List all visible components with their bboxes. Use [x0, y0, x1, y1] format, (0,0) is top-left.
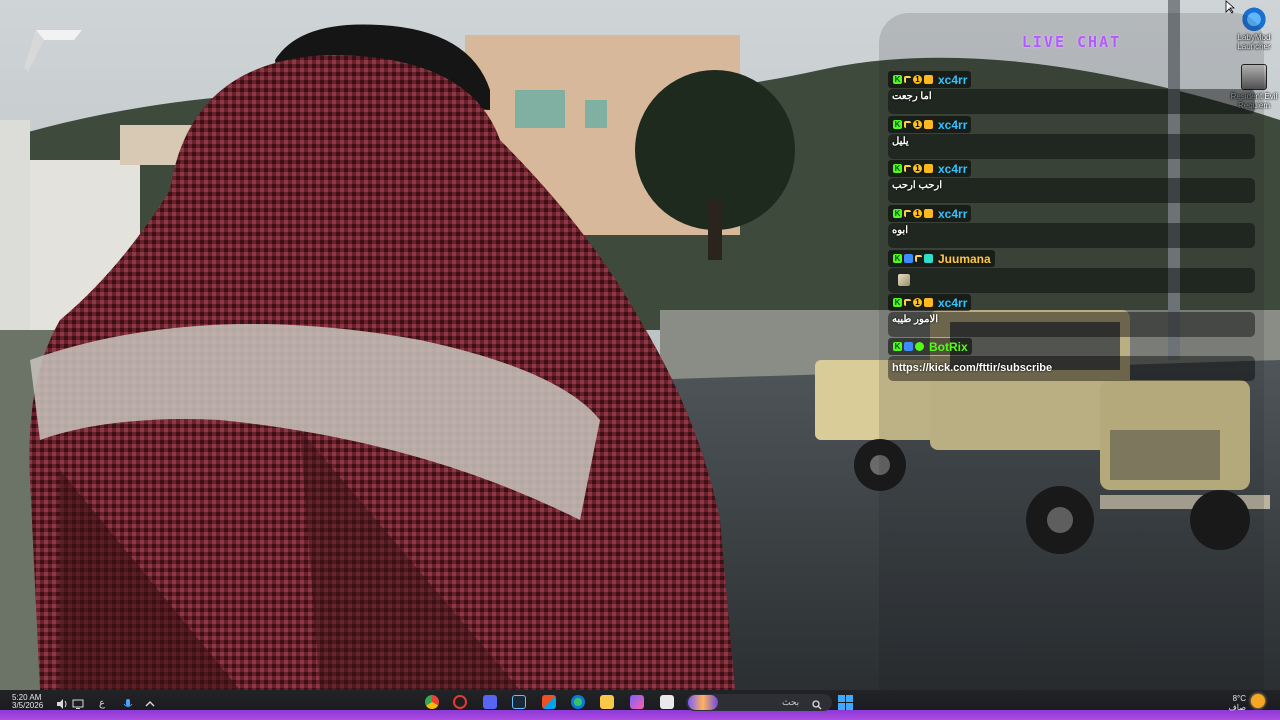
chat-message-header: K 1 xc4rr	[888, 160, 972, 177]
kick-badge-icon: K	[893, 120, 902, 129]
clock-date: 3/5/2026	[12, 701, 44, 710]
crown-badge-icon	[924, 209, 933, 218]
chat-username[interactable]: xc4rr	[938, 162, 967, 176]
verified-badge-icon	[915, 342, 924, 351]
file-explorer-icon[interactable]	[600, 695, 614, 709]
chat-message-text: يليل	[888, 134, 1255, 159]
one-month-badge-icon: 1	[913, 120, 922, 129]
weather-sun-icon	[1251, 694, 1265, 708]
kick-badge-icon: K	[893, 209, 902, 218]
subscriber-badge-icon	[904, 254, 913, 263]
search-placeholder: بحث	[782, 697, 800, 707]
chat-message: K 1 xc4rr ارحب ارحب	[888, 158, 1255, 203]
chat-message: K 1 xc4rr ابوه	[888, 203, 1255, 248]
chat-username[interactable]: Juumana	[938, 252, 991, 266]
volume-icon[interactable]	[56, 698, 68, 710]
corner-logo-icon	[22, 28, 84, 74]
chat-message-body	[888, 268, 1255, 293]
chat-message-header: K 1 xc4rr	[888, 205, 972, 222]
flag-badge-icon	[915, 255, 922, 262]
chat-username[interactable]: BotRix	[929, 340, 968, 354]
search-highlight-icon	[688, 695, 718, 710]
chat-username[interactable]: xc4rr	[938, 73, 967, 87]
chat-username[interactable]: xc4rr	[938, 118, 967, 132]
start-button[interactable]	[838, 695, 853, 710]
notepad-icon[interactable]	[660, 695, 674, 709]
network-icon[interactable]	[72, 698, 84, 710]
widgets-icon[interactable]	[630, 695, 644, 709]
flag-badge-icon	[904, 210, 911, 217]
chat-message: K 1 xc4rr الامور طيبه	[888, 292, 1255, 337]
kick-badge-icon: K	[893, 75, 902, 84]
chat-username[interactable]: xc4rr	[938, 296, 967, 310]
store-icon[interactable]	[542, 695, 556, 709]
chrome-icon[interactable]	[425, 695, 439, 709]
one-month-badge-icon: 1	[913, 75, 922, 84]
chat-message-text: ابوه	[888, 223, 1255, 248]
flag-badge-icon	[904, 76, 911, 83]
one-month-badge-icon: 1	[913, 209, 922, 218]
one-month-badge-icon: 1	[913, 298, 922, 307]
chat-message-text: الامور طيبه	[888, 312, 1255, 337]
microphone-icon[interactable]	[122, 698, 134, 710]
chat-message-link[interactable]: https://kick.com/fttir/subscribe	[888, 356, 1255, 381]
chat-message-header: K 1 xc4rr	[888, 71, 972, 88]
chat-message-header: K BotRix	[888, 338, 972, 355]
chat-message-text: ارحب ارحب	[888, 178, 1255, 203]
crown-badge-icon	[924, 164, 933, 173]
kick-badge-icon: K	[893, 298, 902, 307]
search-box[interactable]: بحث	[686, 694, 832, 711]
subscriber-badge-icon	[904, 342, 913, 351]
gift-badge-icon	[924, 254, 933, 263]
chat-username[interactable]: xc4rr	[938, 207, 967, 221]
emote-icon	[898, 274, 910, 286]
chat-message-header: K 1 xc4rr	[888, 116, 972, 133]
flag-badge-icon	[904, 299, 911, 306]
search-icon	[812, 697, 822, 710]
weather-temp: 8°C	[1232, 694, 1246, 703]
one-month-badge-icon: 1	[913, 164, 922, 173]
chevron-up-icon[interactable]	[145, 698, 155, 710]
steam-icon[interactable]	[512, 695, 526, 709]
flag-badge-icon	[904, 121, 911, 128]
chat-message-text: اما رجعت	[888, 89, 1255, 114]
kick-app-icon[interactable]	[453, 695, 467, 709]
crown-badge-icon	[924, 120, 933, 129]
flag-badge-icon	[904, 165, 911, 172]
chat-message-header: K Juumana	[888, 250, 995, 267]
discord-icon[interactable]	[483, 695, 497, 709]
edge-icon[interactable]	[571, 695, 585, 709]
weather-widget[interactable]: 8°C صاف	[1206, 694, 1246, 712]
taskbar: 5:20 AM 3/5/2026 ع بحث 8°C صاف	[0, 690, 1280, 720]
chat-message: K Juumana	[888, 248, 1255, 293]
chat-title: LIVE CHAT	[1021, 33, 1122, 51]
crown-badge-icon	[924, 75, 933, 84]
chat-message-header: K 1 xc4rr	[888, 294, 972, 311]
crown-badge-icon	[924, 298, 933, 307]
language-indicator[interactable]: ع	[99, 698, 105, 710]
chat-message: K 1 xc4rr يليل	[888, 114, 1255, 159]
chat-message: K 1 xc4rr اما رجعت	[888, 69, 1255, 114]
kick-badge-icon: K	[893, 164, 902, 173]
taskbar-clock[interactable]: 5:20 AM 3/5/2026	[12, 694, 43, 710]
weather-desc: صاف	[1228, 703, 1246, 712]
chat-message: K BotRix https://kick.com/fttir/subscrib…	[888, 336, 1255, 381]
kick-badge-icon: K	[893, 254, 902, 263]
kick-badge-icon: K	[893, 342, 902, 351]
